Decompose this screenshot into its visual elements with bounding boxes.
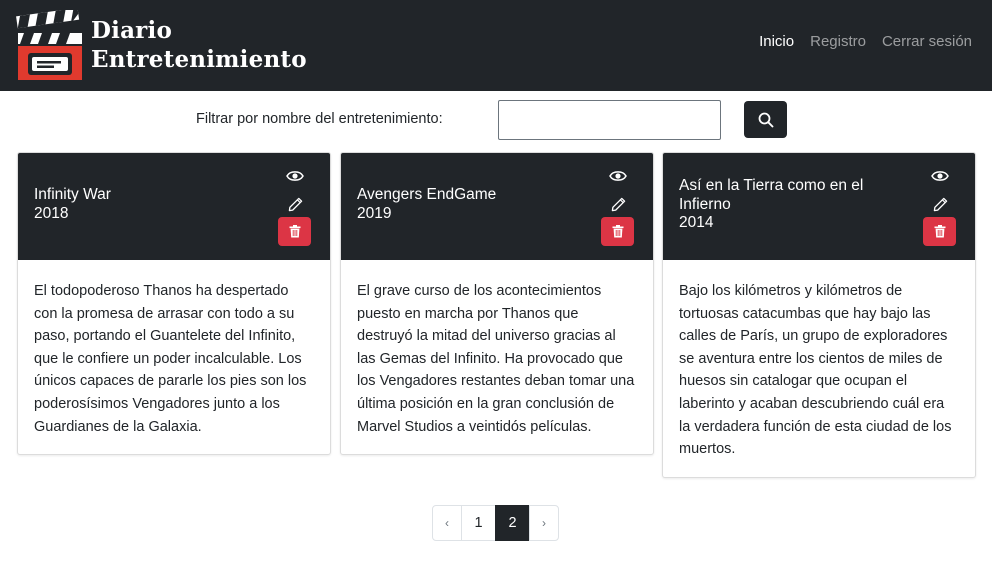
entertainment-card: Infinity War 2018 El todopoderoso Thanos…: [17, 152, 331, 456]
eye-icon[interactable]: [609, 169, 627, 183]
pagination-next[interactable]: ›: [529, 505, 559, 541]
card-description: El todopoderoso Thanos ha despertado con…: [34, 283, 307, 435]
card-header: Avengers EndGame 2019: [341, 153, 653, 260]
card-year: 2019: [357, 205, 392, 222]
card-year: 2014: [679, 214, 714, 231]
card-header: Infinity War 2018: [18, 153, 330, 260]
delete-button[interactable]: [278, 217, 311, 246]
search-button[interactable]: [744, 101, 787, 138]
trash-icon: [289, 225, 300, 238]
trash-icon: [612, 225, 623, 238]
delete-button[interactable]: [923, 217, 956, 246]
card-header: Así en la Tierra como en el Infierno 201…: [663, 153, 975, 260]
eye-icon[interactable]: [286, 169, 304, 183]
pagination-prev[interactable]: ‹: [432, 505, 462, 541]
nav-link-registro[interactable]: Registro: [810, 33, 866, 50]
entertainment-card: Así en la Tierra como en el Infierno 201…: [662, 152, 976, 478]
search-icon: [758, 112, 773, 127]
card-description: El grave curso de los acontecimientos pu…: [357, 283, 635, 435]
filter-input[interactable]: [498, 100, 721, 140]
filter-label: Filtrar por nombre del entretenimiento:: [196, 111, 443, 127]
pencil-icon[interactable]: [288, 197, 303, 212]
brand-title: Diario Entretenimiento: [91, 16, 307, 74]
pencil-icon[interactable]: [933, 197, 948, 212]
trash-icon: [934, 225, 945, 238]
nav-link-inicio[interactable]: Inicio: [759, 33, 794, 50]
card-description: Bajo los kilómetros y kilómetros de tort…: [679, 283, 952, 458]
nav-links: Inicio Registro Cerrar sesión: [759, 33, 972, 50]
pagination-page-1[interactable]: 1: [461, 505, 496, 541]
card-year: 2018: [34, 205, 69, 222]
clapperboard-logo-icon: [16, 10, 82, 80]
brand-line1: Diario: [91, 17, 172, 44]
pagination-page-2[interactable]: 2: [495, 505, 530, 541]
delete-button[interactable]: [601, 217, 634, 246]
pencil-icon[interactable]: [611, 197, 626, 212]
nav-link-cerrar-sesion[interactable]: Cerrar sesión: [882, 33, 972, 50]
card-title: Infinity War: [34, 186, 111, 203]
card-title: Así en la Tierra como en el Infierno: [679, 177, 864, 213]
entertainment-card: Avengers EndGame 2019 El grave curso de …: [340, 152, 654, 456]
brand[interactable]: Diario Entretenimiento: [16, 10, 307, 81]
navbar: Diario Entretenimiento Inicio Registro C…: [0, 0, 992, 91]
brand-line2: Entretenimiento: [91, 46, 307, 73]
card-title: Avengers EndGame: [357, 186, 497, 203]
eye-icon[interactable]: [931, 169, 949, 183]
pagination: ‹ 1 2 ›: [432, 505, 559, 541]
